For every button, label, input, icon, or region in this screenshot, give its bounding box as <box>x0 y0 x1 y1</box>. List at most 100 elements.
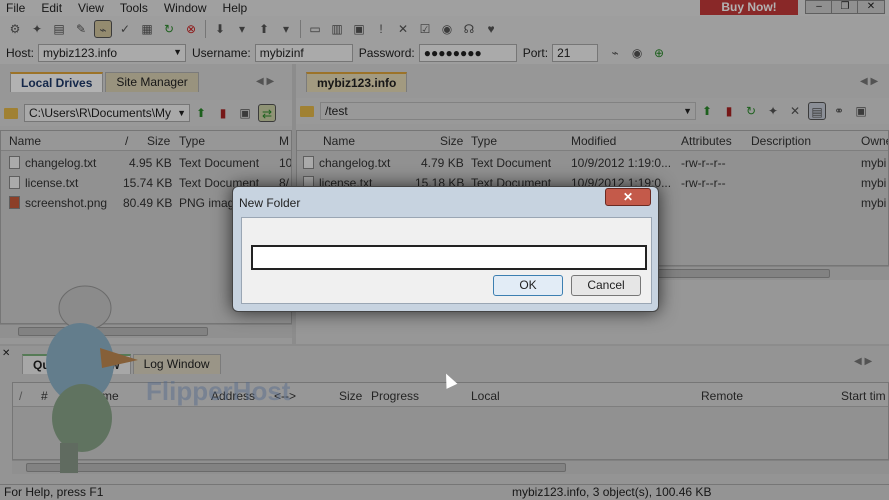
local-path-input[interactable]: C:\Users\R\Documents\My ▼ <box>24 104 190 122</box>
new-folder-icon[interactable]: ▣ <box>236 104 254 122</box>
menu-window[interactable]: Window <box>164 1 207 15</box>
cancel-button[interactable]: Cancel <box>571 275 641 296</box>
globe-icon-2[interactable]: ◉ <box>628 44 646 62</box>
col-sort[interactable]: / <box>125 134 128 148</box>
exclamation-icon[interactable]: ! <box>372 20 390 38</box>
text-file-icon <box>9 176 20 189</box>
file-name: changelog.txt <box>319 156 391 170</box>
compare-icon[interactable]: ▥ <box>328 20 346 38</box>
reconnect-icon[interactable]: ✓ <box>116 20 134 38</box>
password-label: Password: <box>358 46 415 60</box>
col-description[interactable]: Description <box>751 134 811 148</box>
table-row[interactable]: changelog.txt 4.95 KB Text Document 10 <box>1 153 291 173</box>
badge-icon[interactable]: ♥ <box>482 20 500 38</box>
table-row[interactable]: changelog.txt 4.79 KB Text Document 10/9… <box>297 153 888 173</box>
port-label: Port: <box>522 46 549 60</box>
menu-edit[interactable]: Edit <box>41 1 62 15</box>
host-label: Host: <box>6 46 35 60</box>
file-modified: 10/9/2012 1:19:0... <box>571 156 672 170</box>
menu-file[interactable]: File <box>6 1 25 15</box>
remote-path-input[interactable]: /test ▼ <box>320 102 696 120</box>
queue-tab-arrows[interactable]: ◀ ▶ <box>854 356 872 367</box>
tab-scroll-arrows[interactable]: ◀ ▶ <box>256 76 274 87</box>
col-name[interactable]: Name <box>9 134 41 148</box>
tab-site-manager[interactable]: Site Manager <box>105 72 199 92</box>
tab-remote-site[interactable]: mybiz123.info <box>306 72 408 92</box>
buy-now-button[interactable]: Buy Now! <box>700 0 798 15</box>
text-file-icon <box>303 156 314 169</box>
up-folder-icon[interactable]: ⬆ <box>698 102 716 120</box>
upload-icon[interactable]: ⬆ <box>255 20 273 38</box>
quick-connect-icon[interactable]: ⌁ <box>606 44 624 62</box>
headset-icon[interactable]: ☊ <box>460 20 478 38</box>
col-owner[interactable]: Owne <box>861 134 888 148</box>
bookmark-icon[interactable]: ▦ <box>138 20 156 38</box>
col-modified[interactable]: Modified <box>571 134 616 148</box>
restore-icon[interactable]: ❐ <box>831 0 859 14</box>
file-owner: mybi <box>861 196 887 210</box>
connect-icon[interactable]: ⚙ <box>6 20 24 38</box>
col-direction[interactable]: <--> <box>274 389 296 403</box>
view-icon[interactable]: ▤ <box>808 102 826 120</box>
disconnect-icon[interactable]: ⌁ <box>94 20 112 38</box>
queue-hscrollbar[interactable] <box>12 460 889 474</box>
col-type[interactable]: Type <box>471 134 497 148</box>
username-input[interactable]: mybizinf <box>254 44 353 62</box>
status-bar: For Help, press F1 mybiz123.info, 3 obje… <box>0 484 889 500</box>
col-remote[interactable]: Remote <box>701 389 743 403</box>
col-progress[interactable]: Progress <box>371 389 419 403</box>
port-input[interactable]: 21 <box>552 44 599 62</box>
ok-button[interactable]: OK <box>493 275 563 296</box>
sync-icon[interactable]: ⇄ <box>258 104 276 122</box>
col-type[interactable]: Type <box>179 134 205 148</box>
col-size[interactable]: Size <box>147 134 170 148</box>
book-icon[interactable]: ▮ <box>720 102 738 120</box>
dropdown-icon-2[interactable]: ▾ <box>277 20 295 38</box>
up-folder-icon[interactable]: ⬆ <box>192 104 210 122</box>
folder-name-input[interactable] <box>251 245 647 270</box>
menu-view[interactable]: View <box>78 1 104 15</box>
col-size[interactable]: Size <box>339 389 362 403</box>
col-attributes[interactable]: Attributes <box>681 134 732 148</box>
password-input[interactable]: ●●●●●●●● <box>418 44 517 62</box>
dropdown-icon[interactable]: ▾ <box>233 20 251 38</box>
delete-icon[interactable]: ✕ <box>394 20 412 38</box>
download-icon[interactable]: ⬇ <box>211 20 229 38</box>
properties-icon[interactable]: ☑ <box>416 20 434 38</box>
col-address[interactable]: Address <box>211 389 255 403</box>
refresh-icon[interactable]: ↻ <box>742 102 760 120</box>
edit-icon[interactable]: ▭ <box>306 20 324 38</box>
new-folder-icon[interactable]: ▣ <box>852 102 870 120</box>
col-size[interactable]: Size <box>440 134 463 148</box>
pin-icon[interactable]: ✎ <box>72 20 90 38</box>
menu-help[interactable]: Help <box>223 1 248 15</box>
stop-icon[interactable]: ⊗ <box>182 20 200 38</box>
globe-icon[interactable]: ◉ <box>438 20 456 38</box>
wand-icon[interactable]: ✦ <box>764 102 782 120</box>
tab-log-window[interactable]: Log Window <box>132 354 221 374</box>
col-modified[interactable]: M <box>279 134 289 148</box>
menu-tools[interactable]: Tools <box>120 1 148 15</box>
wand-icon[interactable]: ✦ <box>28 20 46 38</box>
book-icon[interactable]: ▮ <box>214 104 232 122</box>
delete-icon[interactable]: ✕ <box>786 102 804 120</box>
link-icon[interactable]: ⚭ <box>830 102 848 120</box>
col-local[interactable]: Local <box>471 389 500 403</box>
refresh-icon[interactable]: ↻ <box>160 20 178 38</box>
close-queue-icon[interactable]: ✕ <box>2 348 10 359</box>
dialog-close-button[interactable]: ✕ <box>605 188 651 206</box>
host-input[interactable]: mybiz123.info ▼ <box>38 44 187 62</box>
minimize-icon[interactable]: – <box>805 0 833 14</box>
chevron-down-icon[interactable]: ▼ <box>683 104 692 118</box>
col-start-time[interactable]: Start tim <box>841 389 886 403</box>
folder-new-icon[interactable]: ▣ <box>350 20 368 38</box>
tab-local-drives[interactable]: Local Drives <box>10 72 104 92</box>
col-check[interactable]: / <box>19 389 22 403</box>
col-name[interactable]: Name <box>323 134 355 148</box>
tab-scroll-arrows-remote[interactable]: ◀ ▶ <box>860 76 878 87</box>
chevron-down-icon[interactable]: ▼ <box>177 106 186 120</box>
add-icon[interactable]: ⊕ <box>650 44 668 62</box>
new-site-icon[interactable]: ▤ <box>50 20 68 38</box>
chevron-down-icon[interactable]: ▼ <box>173 45 182 59</box>
close-window-icon[interactable]: ✕ <box>857 0 885 14</box>
